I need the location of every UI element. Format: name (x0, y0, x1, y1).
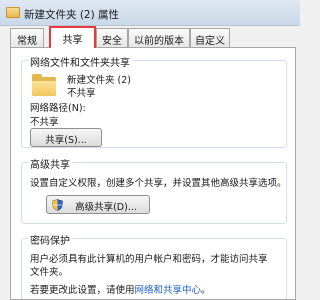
folder-share-status: 不共享 (67, 88, 96, 99)
network-path-label: 网络路径(N): (30, 103, 86, 114)
password-protection-line-2: 文件夹。 (30, 267, 69, 278)
password-protection-group: 密码保护 用户必须具有此计算机的用户帐户和密码，才能访问共享 文件夹。 若要更改… (21, 232, 287, 299)
window-title: 新建文件夹 (2) 属性 (24, 9, 120, 21)
tab-previous-versions[interactable]: 以前的版本 (128, 28, 190, 47)
folder-icon (32, 74, 56, 96)
password-protection-heading: 密码保护 (28, 232, 72, 247)
advanced-sharing-description: 设置自定义权限，创建多个共享，并设置其他高级共享选项。 (30, 178, 287, 189)
advanced-sharing-button-label: 高级共享(D)... (75, 202, 137, 213)
folder-name: 新建文件夹 (2) (67, 75, 131, 86)
password-change-note: 若要更改此设置，请使用网络和共享中心。 (30, 282, 211, 296)
tab-strip: 常规 共享 安全 以前的版本 自定义 (0, 26, 300, 48)
network-sharing-group: 网络文件和文件夹共享 新建文件夹 (2) 不共享 网络路径(N): 不共享 共享… (21, 54, 287, 148)
shield-icon (52, 199, 63, 211)
network-path-value: 不共享 (30, 117, 59, 128)
advanced-sharing-heading: 高级共享 (28, 156, 72, 171)
tab-sharing[interactable]: 共享 (49, 26, 96, 48)
sharing-panel: 网络文件和文件夹共享 新建文件夹 (2) 不共享 网络路径(N): 不共享 共享… (10, 47, 296, 300)
change-setting-prefix: 若要更改此设置，请使用 (30, 285, 135, 296)
title-bar: 新建文件夹 (2) 属性 (0, 0, 300, 26)
change-setting-suffix: 。 (201, 285, 211, 296)
share-button[interactable]: 共享(S)... (30, 128, 102, 147)
advanced-sharing-button[interactable]: 高级共享(D)... (46, 195, 150, 214)
advanced-sharing-group: 高级共享 设置自定义权限，创建多个共享，并设置其他高级共享选项。 高级共享(D)… (21, 156, 287, 224)
folder-icon (6, 7, 20, 18)
tab-general[interactable]: 常规 (10, 28, 44, 47)
tab-security[interactable]: 安全 (96, 28, 128, 47)
network-sharing-center-link[interactable]: 网络和共享中心 (135, 285, 202, 296)
network-sharing-heading: 网络文件和文件夹共享 (28, 54, 132, 69)
password-protection-line-1: 用户必须具有此计算机的用户帐户和密码，才能访问共享 (30, 254, 268, 265)
tab-customize[interactable]: 自定义 (190, 28, 230, 47)
